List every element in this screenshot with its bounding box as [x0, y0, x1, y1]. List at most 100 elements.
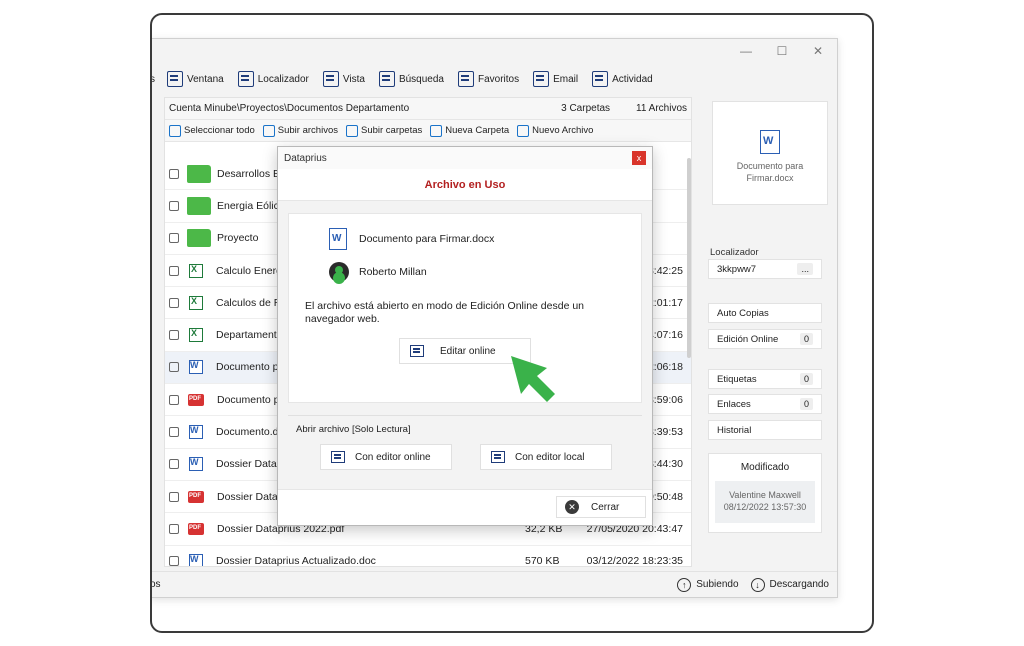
scrollbar[interactable] [687, 158, 691, 358]
row-checkbox[interactable] [169, 362, 179, 373]
minimize-button[interactable]: — [738, 43, 754, 59]
etiquetas-button[interactable]: Etiquetas 0 [708, 369, 822, 389]
download-arrow-icon: ↓ [750, 577, 765, 592]
toolbar-favoritos-button[interactable]: Favoritos [457, 71, 519, 87]
file-date: 8:44:30 [647, 458, 683, 471]
row-checkbox[interactable] [169, 427, 179, 438]
auto-copias-button[interactable]: Auto Copias [708, 303, 822, 323]
title-bar: — ☐ ✕ [152, 39, 837, 63]
search-icon [378, 71, 395, 87]
locator-more-button[interactable]: ... [797, 263, 813, 275]
dialog-message: El archivo está abierto en modo de Edici… [305, 300, 585, 325]
checkbox-icon [169, 124, 181, 137]
word-file-icon [760, 130, 780, 154]
status-bar: os ↑ Subiendo ↓ Descargando [150, 571, 837, 597]
downloading-indicator[interactable]: ↓ Descargando [750, 577, 829, 592]
readonly-label: Abrir archivo [Solo Lectura] [296, 424, 411, 435]
xls-icon [189, 328, 203, 343]
upload-files-label: Subir archivos [277, 125, 338, 136]
window-icon [167, 71, 183, 87]
modified-info: Valentine Maxwell 08/12/2022 13:57:30 [715, 481, 815, 523]
file-date: 03/12/2022 18:23:35 [586, 555, 683, 567]
dialog-heading: Archivo en Uso [278, 169, 652, 201]
dialog-file-name: Documento para Firmar.docx [359, 233, 495, 245]
xls-icon [189, 295, 203, 310]
file-preview: Documento para Firmar.docx [712, 101, 828, 205]
close-circle-icon: ✕ [565, 500, 579, 514]
toolbar-email-button[interactable]: Email [533, 71, 578, 87]
edit-online-label: Editar online [440, 345, 496, 357]
folder-icon [187, 164, 211, 183]
status-left-text: os [150, 579, 161, 590]
locator-label: Localizador [710, 247, 759, 258]
file-date: 9:50:48 [647, 490, 683, 503]
upload-folders-button[interactable]: Subir carpetas [345, 124, 422, 137]
row-checkbox[interactable] [169, 491, 179, 502]
folder-icon [187, 196, 211, 215]
pdf-icon [188, 490, 204, 503]
upload-arrow-icon: ↑ [677, 577, 692, 592]
new-file-button[interactable]: Nuevo Archivo [517, 124, 594, 137]
toolbar-actividad-label: Actividad [612, 73, 653, 85]
dialog-close-button[interactable]: x [632, 151, 646, 165]
main-toolbar: s Ventana Localizador Vista Búsqueda Fav… [150, 67, 837, 91]
app-window: — ☐ ✕ s Ventana Localizador Vista Búsque… [150, 38, 838, 598]
toolbar-partial-button[interactable]: s [150, 73, 155, 85]
upload-files-button[interactable]: Subir archivos [262, 124, 338, 137]
new-file-label: Nuevo Archivo [532, 125, 594, 136]
toolbar-email-label: Email [553, 73, 579, 85]
row-checkbox[interactable] [169, 523, 179, 534]
doc-icon [189, 554, 203, 566]
historial-label: Historial [717, 424, 752, 436]
locator-value: 3kkpww7 [717, 263, 757, 275]
preview-file-name: Documento para Firmar.docx [736, 161, 804, 183]
historial-button[interactable]: Historial [708, 420, 822, 440]
open-online-editor-button[interactable]: Con editor online [320, 444, 452, 470]
readonly-panel: Abrir archivo [Solo Lectura] Con editor … [288, 415, 642, 479]
edicion-online-button[interactable]: Edición Online 0 [708, 329, 822, 349]
maximize-button[interactable]: ☐ [774, 43, 790, 59]
details-panel: Documento para Firmar.docx Localizador 3… [706, 97, 836, 567]
row-checkbox[interactable] [169, 330, 179, 341]
row-checkbox[interactable] [169, 200, 179, 211]
toolbar-busqueda-label: Búsqueda [398, 73, 444, 85]
row-checkbox[interactable] [169, 233, 179, 244]
toolbar-ventana-button[interactable]: Ventana [167, 71, 224, 87]
row-checkbox[interactable] [169, 265, 179, 276]
open-local-editor-button[interactable]: Con editor local [480, 444, 612, 470]
view-icon [322, 71, 339, 87]
enlaces-count: 0 [799, 398, 813, 410]
toolbar-actividad-button[interactable]: Actividad [592, 71, 653, 87]
folder-icon [187, 229, 211, 248]
toolbar-localizador-label: Localizador [257, 73, 309, 85]
locator-field[interactable]: 3kkpww7 ... [708, 259, 822, 279]
dialog-file-row: Documento para Firmar.docx [329, 228, 494, 250]
toolbar-localizador-button[interactable]: Localizador [237, 71, 309, 87]
enlaces-button[interactable]: Enlaces 0 [708, 394, 822, 414]
pdf-icon [188, 522, 204, 535]
row-checkbox[interactable] [169, 168, 179, 179]
modified-by: Valentine Maxwell [729, 490, 801, 500]
favorites-icon [457, 71, 474, 87]
modified-card: Modificado Valentine Maxwell 08/12/2022 … [708, 453, 822, 533]
screenshot-frame: — ☐ ✕ s Ventana Localizador Vista Búsque… [150, 13, 874, 633]
dialog-cancel-button[interactable]: ✕ Cerrar [556, 496, 646, 518]
toolbar-busqueda-button[interactable]: Búsqueda [378, 71, 444, 87]
window-close-button[interactable]: ✕ [810, 43, 826, 59]
row-checkbox[interactable] [169, 297, 179, 308]
enlaces-label: Enlaces [717, 398, 751, 410]
dialog-footer: ✕ Cerrar [278, 489, 652, 525]
toolbar-partial-label: s [150, 73, 155, 85]
upload-icon [262, 124, 275, 137]
edicion-online-label: Edición Online [717, 333, 779, 345]
row-checkbox[interactable] [169, 556, 179, 566]
row-checkbox[interactable] [169, 459, 179, 470]
new-folder-button[interactable]: Nueva Carpeta [430, 124, 509, 137]
uploading-indicator[interactable]: ↑ Subiendo [677, 577, 739, 592]
row-checkbox[interactable] [169, 394, 179, 405]
select-all-button[interactable]: Seleccionar todo [169, 124, 255, 137]
toolbar-vista-button[interactable]: Vista [322, 71, 365, 87]
table-row[interactable]: Dossier Dataprius Actualizado.doc 570 KB 0… [165, 546, 691, 567]
action-bar: Seleccionar todo Subir archivos Subir ca… [165, 120, 691, 142]
file-count: 11 Archivos [636, 103, 687, 114]
